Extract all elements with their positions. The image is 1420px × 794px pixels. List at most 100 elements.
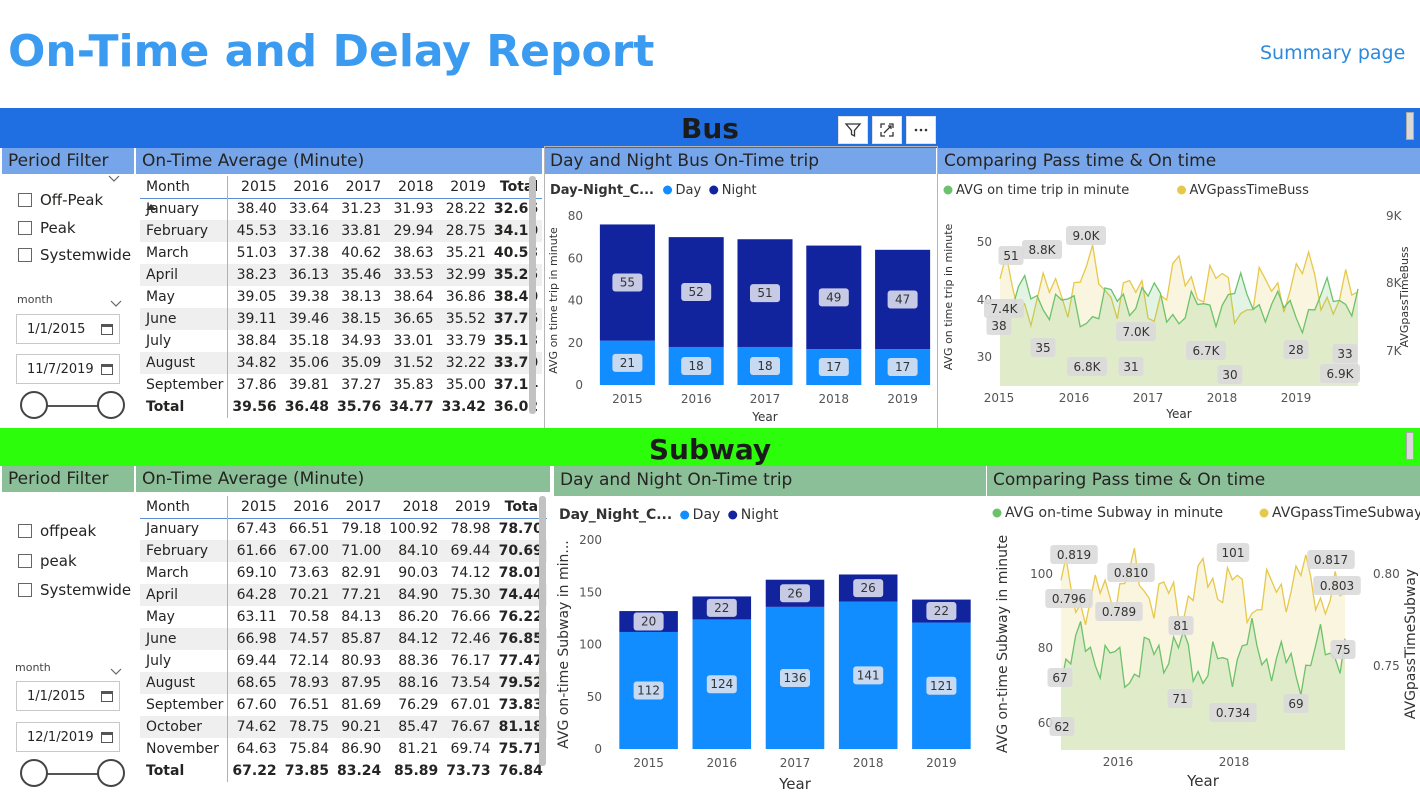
- checkbox-icon[interactable]: [18, 221, 32, 235]
- filter-icon[interactable]: [838, 116, 868, 144]
- subway-option-peak[interactable]: peak: [18, 552, 77, 570]
- matrix-cell: 35.46: [332, 264, 386, 286]
- checkbox-icon[interactable]: [18, 193, 32, 207]
- table-row: July 38.84 35.18 34.93 33.01 33.79 35.13: [140, 330, 542, 352]
- data-label: 67: [1052, 671, 1067, 685]
- data-label: 35: [1035, 341, 1050, 355]
- bus-matrix-scrollbar[interactable]: [529, 176, 536, 414]
- matrix-cell: Total: [140, 396, 229, 418]
- subway-band-scrollbar[interactable]: [1406, 432, 1414, 460]
- more-options-icon[interactable]: [906, 116, 936, 144]
- chevron-down-icon[interactable]: [108, 172, 120, 186]
- matrix-column-header[interactable]: 2016: [281, 496, 333, 518]
- matrix-cell: 70.21: [280, 584, 333, 606]
- matrix-cell: 38.63: [393, 245, 434, 261]
- bus-band-scrollbar[interactable]: [1406, 112, 1414, 140]
- matrix-column-header[interactable]: 2015: [228, 496, 281, 518]
- legend-title: Day_Night_C...: [559, 507, 672, 523]
- bus-option-systemwide[interactable]: Systemwide: [18, 246, 131, 264]
- subway-matrix-scrollbar[interactable]: [539, 496, 546, 766]
- matrix-cell: May: [140, 606, 229, 628]
- matrix-cell: 75.84: [288, 741, 329, 757]
- matrix-column-header[interactable]: 2018: [385, 496, 442, 518]
- matrix-cell: August: [140, 352, 229, 374]
- table-row: February 45.53 33.16 33.81 29.94 28.75 34.10: [140, 220, 543, 242]
- matrix-cell: February: [140, 540, 229, 562]
- matrix-cell: September: [140, 694, 229, 716]
- y-tick-label: 100: [1030, 567, 1053, 581]
- subway-slider-start-handle[interactable]: [20, 759, 48, 787]
- matrix-column-header[interactable]: 2018: [385, 176, 437, 198]
- matrix-column-header[interactable]: Month: [140, 496, 229, 518]
- checkbox-icon[interactable]: [18, 248, 32, 262]
- matrix-cell: 73.73: [446, 763, 491, 779]
- bus-option-offpeak[interactable]: Off-Peak: [18, 191, 103, 209]
- data-label: 22: [934, 604, 949, 618]
- matrix-column-header[interactable]: 2017: [333, 496, 385, 518]
- matrix-column-header[interactable]: 2019: [442, 496, 494, 518]
- chevron-down-icon[interactable]: [110, 293, 122, 312]
- bus-slider-start-handle[interactable]: [20, 391, 48, 419]
- y-tick-label: 100: [579, 638, 602, 652]
- data-label: 121: [930, 679, 953, 693]
- x-tick-label: 2015: [984, 391, 1015, 405]
- legend-marker: [709, 185, 719, 195]
- checkbox-icon[interactable]: [18, 583, 32, 597]
- calendar-icon[interactable]: [101, 690, 113, 702]
- data-label: 7.4K: [991, 302, 1019, 316]
- calendar-icon[interactable]: [101, 731, 113, 743]
- subway-option-systemwide[interactable]: Systemwide: [18, 581, 131, 599]
- matrix-column-header[interactable]: 2019: [438, 176, 490, 198]
- x-tick-label: 2015: [633, 756, 664, 770]
- x-tick-label: 2017: [750, 392, 781, 406]
- bus-end-date-input[interactable]: 11/7/2019: [16, 354, 120, 384]
- subway-option-offpeak[interactable]: offpeak: [18, 522, 96, 540]
- summary-page-link[interactable]: Summary page: [1260, 42, 1405, 64]
- x-axis-label: Year: [1165, 407, 1191, 421]
- legend-title: Day-Night_C...: [550, 183, 654, 198]
- matrix-cell: 63.11: [236, 609, 277, 625]
- matrix-column-header[interactable]: 2016: [281, 176, 333, 198]
- checkbox-icon[interactable]: [18, 554, 32, 568]
- bus-period-filter-title: Period Filter: [2, 148, 134, 174]
- matrix-cell: 51.03: [236, 245, 277, 261]
- data-label: 62: [1054, 720, 1069, 734]
- calendar-icon[interactable]: [101, 363, 113, 375]
- subway-end-date-input[interactable]: 12/1/2019: [16, 722, 120, 752]
- focus-mode-icon[interactable]: [872, 116, 902, 144]
- table-row: June 66.98 74.57 85.87 84.12 72.46 76.85: [140, 628, 547, 650]
- subway-slider-end-handle[interactable]: [97, 759, 125, 787]
- subway-period-filter-title: Period Filter: [2, 466, 134, 492]
- matrix-cell: Total: [140, 760, 229, 782]
- calendar-icon[interactable]: [101, 323, 113, 335]
- table-row: May 63.11 70.58 84.13 86.20 76.66 76.22: [140, 606, 547, 628]
- matrix-cell: 35.52: [437, 308, 490, 330]
- x-axis-label: Year: [778, 775, 812, 793]
- matrix-cell: 38.64: [393, 289, 434, 305]
- bus-bar-chart: Day-Night_C... Day Night 0 20 40 60 80 AVG on ti…: [547, 183, 931, 424]
- bus-start-date-input[interactable]: 1/1/2015: [16, 314, 120, 344]
- option-label: Peak: [40, 219, 76, 237]
- matrix-cell: 37.27: [341, 377, 382, 393]
- checkbox-icon[interactable]: [18, 524, 32, 538]
- bus-option-peak[interactable]: Peak: [18, 219, 76, 237]
- chevron-down-icon[interactable]: [110, 661, 122, 680]
- data-label: 7.0K: [1123, 325, 1151, 339]
- table-row: May 39.05 39.38 38.13 38.64 36.86 38.40: [140, 286, 542, 308]
- x-axis-label: Year: [751, 410, 777, 424]
- matrix-cell: 36.48: [284, 399, 329, 415]
- bus-slider-end-handle[interactable]: [97, 391, 125, 419]
- subway-start-date-input[interactable]: 1/1/2015: [16, 681, 120, 711]
- x-tick-label: 2017: [780, 756, 811, 770]
- matrix-cell: 84.13: [341, 609, 382, 625]
- matrix-column-header[interactable]: 2017: [333, 176, 385, 198]
- matrix-column-header[interactable]: 2015: [228, 176, 281, 198]
- sort-ascending-icon[interactable]: [146, 195, 156, 214]
- data-label: 26: [861, 581, 876, 595]
- matrix-cell: 35.83: [393, 377, 434, 393]
- table-row: March 51.03 37.38 40.62 38.63 35.21 40.53: [140, 242, 542, 264]
- y-tick-label: 40: [568, 294, 583, 308]
- matrix-cell: 84.12: [385, 628, 443, 650]
- matrix-cell: 38.23: [227, 264, 281, 286]
- x-tick-label: 2019: [926, 756, 957, 770]
